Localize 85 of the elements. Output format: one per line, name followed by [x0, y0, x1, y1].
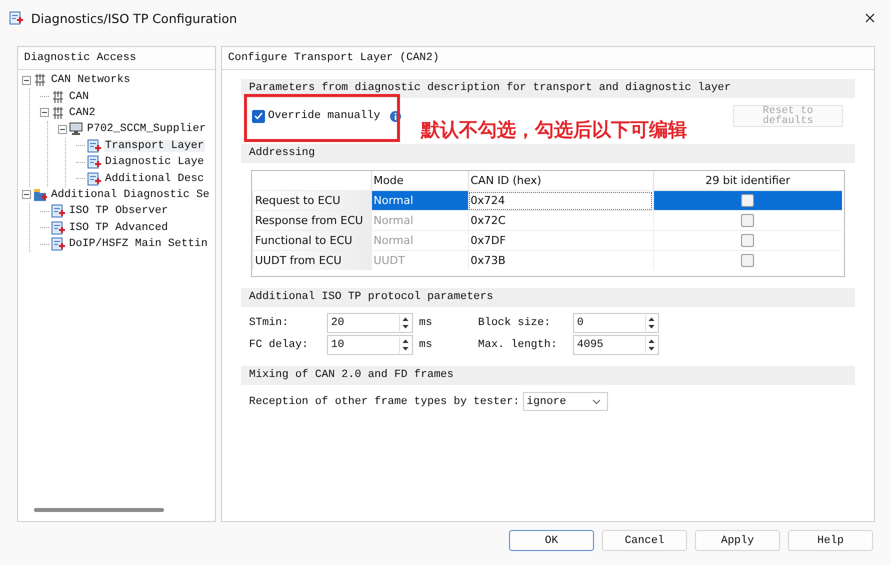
tree-item[interactable]: Transport Layer — [76, 138, 215, 154]
tree-item[interactable]: Additional Diagnostic Se — [22, 186, 215, 204]
table-cell: 0x7DF — [468, 230, 653, 250]
tree-label: Additional Desc — [104, 172, 206, 185]
dialog-button[interactable]: Cancel — [602, 530, 687, 551]
tree-item[interactable]: ISO TP Advanced — [40, 220, 215, 236]
checkbox[interactable] — [741, 214, 754, 228]
section-heading: Additional ISO TP protocol parameters — [241, 288, 855, 307]
tree-item[interactable]: CAN Networks — [22, 72, 215, 88]
number-field[interactable]: 20 — [327, 313, 413, 333]
tree-label: CAN — [68, 90, 90, 103]
spin-arrows-icon — [645, 315, 656, 331]
spin-arrows-icon — [399, 315, 410, 331]
tree-label: ISO TP Advanced — [68, 222, 170, 234]
table-row[interactable]: UUDT from ECU UUDT 0x73B — [252, 250, 842, 270]
table-cell: Normal — [371, 210, 468, 230]
network-icon — [51, 106, 65, 120]
tree-item[interactable]: DoIP/HSFZ Main Settin — [40, 236, 215, 252]
unit-label: ms — [418, 317, 434, 329]
table-row[interactable]: Request to ECU Normal 0x724 — [252, 190, 842, 210]
tree-item[interactable]: Diagnostic Laye — [76, 154, 215, 170]
chevron-down-icon — [592, 398, 601, 404]
section-heading: Addressing — [241, 144, 855, 163]
document-icon — [51, 220, 65, 235]
section-heading: Mixing of CAN 2.0 and FD frames — [241, 366, 855, 385]
field-label: STmin: — [249, 317, 290, 329]
tree-label: ISO TP Observer — [68, 205, 170, 218]
number-field[interactable]: 4095 — [573, 335, 659, 355]
tree-item[interactable]: CAN2 — [40, 104, 215, 122]
row-header: UUDT from ECU — [252, 250, 371, 270]
network-icon — [33, 73, 47, 88]
spin-arrows-icon — [645, 337, 656, 353]
folder-icon — [33, 188, 47, 202]
checkbox[interactable] — [741, 194, 754, 208]
unit-label: ms — [418, 339, 434, 351]
app-icon — [9, 11, 25, 25]
tree-item[interactable]: Additional Desc — [76, 170, 215, 187]
close-icon — [865, 13, 875, 23]
tree-item[interactable]: ISO TP Observer — [40, 203, 215, 220]
checkbox[interactable] — [252, 110, 265, 122]
annotation-text: 默认不勾选，勾选后以下可编辑 — [421, 118, 687, 143]
dialog-button[interactable]: OK — [509, 530, 594, 551]
row-header: Functional to ECU — [252, 230, 371, 250]
tree-label: DoIP/HSFZ Main Settin — [68, 238, 209, 250]
window-title: Diagnostics/ISO TP Configuration — [31, 10, 238, 26]
document-icon — [87, 138, 101, 153]
field-label: Reception of other frame types by tester: — [249, 396, 520, 408]
table-cell: 0x72C — [468, 210, 653, 230]
number-field[interactable]: 10 — [327, 335, 413, 355]
row-header: Request to ECU — [252, 190, 371, 210]
document-icon — [87, 155, 101, 170]
tree-item[interactable]: P702_SCCM_Supplier — [58, 121, 215, 138]
field-label: Block size: — [478, 317, 552, 329]
document-icon — [51, 204, 65, 218]
tree-label: Transport Layer — [104, 140, 206, 152]
input-field[interactable]: 0x724 — [468, 190, 653, 210]
network-icon — [51, 90, 65, 104]
table-row[interactable]: Response from ECU Normal 0x72C — [252, 210, 842, 230]
table-cell: Normal — [371, 230, 468, 250]
document-icon — [87, 172, 101, 186]
tree-label: Diagnostic Laye — [104, 156, 206, 168]
table-cell: 0x73B — [468, 250, 653, 270]
table-cell: UUDT — [371, 250, 468, 270]
info-icon — [390, 110, 402, 122]
checkbox[interactable] — [741, 234, 754, 248]
check-icon — [254, 112, 263, 120]
dropdown[interactable]: ignore — [522, 392, 608, 411]
tree-label: CAN2 — [68, 106, 96, 119]
table-row[interactable]: Functional to ECU Normal 0x7DF — [252, 230, 842, 250]
field-label: FC delay: — [249, 339, 310, 351]
tree-label: CAN Networks — [50, 74, 132, 86]
tree-label: P702_SCCM_Supplier — [86, 123, 207, 136]
checkbox-label: Override manually — [268, 110, 380, 122]
number-field[interactable]: 0 — [573, 313, 659, 333]
computer-icon — [69, 122, 83, 136]
document-icon — [51, 237, 65, 252]
row-header: Response from ECU — [252, 210, 371, 230]
section-heading: Parameters from diagnostic description for transport and diagnostic layer — [241, 79, 855, 98]
field-label: Max. length: — [478, 339, 558, 351]
spin-arrows-icon — [399, 337, 410, 353]
checkbox[interactable] — [741, 254, 754, 268]
dialog-button[interactable]: Apply — [695, 530, 780, 551]
tree-item[interactable]: CAN — [40, 88, 215, 105]
tree-label: Additional Diagnostic Se — [50, 188, 210, 201]
dialog-button[interactable]: Help — [788, 530, 873, 551]
